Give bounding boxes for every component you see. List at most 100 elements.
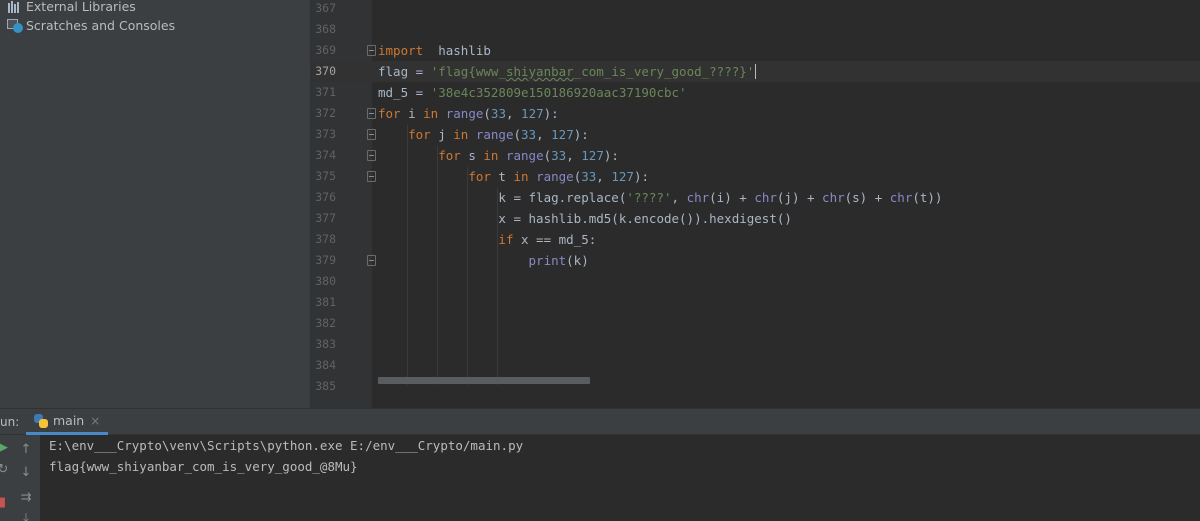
code-token: chr (754, 190, 777, 205)
line-number: 385 (315, 379, 336, 393)
fold-marker-icon[interactable] (367, 108, 376, 119)
library-icon (7, 0, 23, 14)
code-token: 127 (611, 169, 634, 184)
code-token: in (453, 127, 469, 142)
line-number: 375 (315, 169, 336, 183)
code-line[interactable]: 375 for t in range(33, 127): (310, 166, 1200, 187)
code-token: 33 (521, 127, 537, 142)
code-token: in (513, 169, 529, 184)
code-line[interactable]: 370 flag = 'flag{www_shiyanbar_com_is_ver… (310, 61, 1200, 82)
horizontal-scrollbar[interactable] (378, 377, 1200, 384)
code-line[interactable]: 372 for i in range(33, 127): (310, 103, 1200, 124)
line-number: 380 (315, 274, 336, 288)
code-line[interactable]: 368 (310, 19, 1200, 40)
code-line[interactable]: 383 (310, 334, 1200, 355)
arrow-down-icon[interactable]: ↓ (18, 466, 34, 480)
project-panel: External Libraries Scratches and Console… (0, 0, 310, 408)
code-line[interactable]: 373 for j in range(33, 127): (310, 124, 1200, 145)
code-token: range (536, 169, 574, 184)
code-token: ): (603, 148, 619, 163)
code-line[interactable]: 371 md_5 = '38e4c352809e150186920aac37190… (310, 82, 1200, 103)
project-item-external-libraries[interactable]: External Libraries (7, 0, 136, 16)
fold-marker-icon[interactable] (367, 171, 376, 182)
code-token: , (566, 148, 582, 163)
fold-marker-icon[interactable] (367, 255, 376, 266)
code-token: (k) (566, 253, 589, 268)
code-token: s (460, 148, 484, 163)
code-token: in (483, 148, 499, 163)
code-token: for (408, 127, 431, 142)
line-number: 383 (315, 337, 336, 351)
run-toolwindow-header: un: main × (0, 408, 1200, 435)
fold-marker-icon[interactable] (367, 150, 376, 161)
code-line[interactable]: 384 (310, 355, 1200, 376)
line-number: 379 (315, 253, 336, 267)
code-text: k = flag.replace('????', chr(i) + chr(j)… (378, 187, 942, 208)
code-text: md_5 = '38e4c352809e150186920aac37190cbc… (378, 82, 687, 103)
code-token: (s) + (844, 190, 890, 205)
code-token: 127 (521, 106, 544, 121)
stop-icon[interactable]: ■ (0, 496, 8, 510)
code-text: import hashlib (378, 40, 491, 61)
python-icon (34, 413, 48, 428)
code-token: ): (633, 169, 649, 184)
code-text: for j in range(33, 127): (378, 124, 589, 145)
code-token: ( (483, 106, 491, 121)
code-line[interactable]: 382 (310, 313, 1200, 334)
code-line[interactable]: 376 k = flag.replace('????', chr(i) + ch… (310, 187, 1200, 208)
line-number: 370 (315, 64, 336, 78)
project-item-scratches[interactable]: Scratches and Consoles (7, 16, 175, 35)
code-token: _com_is_very_good_????}' (573, 64, 755, 79)
code-token: in (423, 106, 439, 121)
code-line[interactable]: 374 for s in range(33, 127): (310, 145, 1200, 166)
code-token: 33 (581, 169, 597, 184)
code-token: k = flag.replace( (378, 190, 627, 205)
indent-guide (497, 188, 498, 385)
code-token: print (528, 253, 567, 268)
console-command-line: E:\env___Crypto\venv\Scripts\python.exe … (49, 438, 524, 453)
code-line[interactable]: 380 (310, 271, 1200, 292)
code-token: flag = (378, 64, 431, 79)
code-line[interactable]: 381 (310, 292, 1200, 313)
wrench-icon[interactable]: ↻ (0, 463, 11, 477)
code-token: chr (822, 190, 845, 205)
code-text: for i in range(33, 127): (378, 103, 559, 124)
indent-guide (437, 146, 438, 385)
close-icon[interactable]: × (90, 414, 100, 428)
code-line[interactable]: 379 print(k) (310, 250, 1200, 271)
fold-marker-icon[interactable] (367, 45, 376, 56)
run-tab-main[interactable]: main × (26, 409, 109, 435)
console-output-line: flag{www_shiyanbar_com_is_very_good_@8Mu… (49, 459, 358, 474)
scrollbar-thumb[interactable] (378, 377, 590, 384)
line-number: 367 (315, 1, 336, 15)
line-number: 376 (315, 190, 336, 204)
code-token: i (400, 106, 424, 121)
code-line[interactable]: 377 x = hashlib.md5(k.encode()).hexdiges… (310, 208, 1200, 229)
code-line[interactable]: 369 import hashlib (310, 40, 1200, 61)
fold-marker-icon[interactable] (367, 129, 376, 140)
scroll-end-icon[interactable]: ⤓ (18, 512, 34, 521)
indent-guide (407, 125, 408, 385)
line-number: 368 (315, 22, 336, 36)
code-token: x == md_5: (513, 232, 597, 247)
code-token: , (596, 169, 612, 184)
arrow-up-icon[interactable]: ↑ (18, 443, 34, 457)
run-console[interactable]: ▶ ↑ ↻ ↓ ■ ⇉ ⤓ E:\env___Crypto\venv\Scrip… (0, 435, 1200, 521)
line-number: 373 (315, 127, 336, 141)
code-token: 127 (581, 148, 604, 163)
soft-wrap-icon[interactable]: ⇉ (18, 491, 34, 505)
scratches-icon (7, 18, 23, 33)
code-line[interactable]: 367 (310, 0, 1200, 19)
code-token: 127 (551, 127, 574, 142)
code-editor[interactable]: 367 368 369 import hashlib 370 flag = 'flag{w… (310, 0, 1200, 408)
code-token: shiyanbar (505, 64, 574, 79)
project-item-label: Scratches and Consoles (26, 18, 176, 33)
code-line[interactable]: 378 if x == md_5: (310, 229, 1200, 250)
code-token: , (505, 106, 522, 121)
rerun-icon[interactable]: ▶ (0, 441, 11, 455)
code-token: j (430, 127, 454, 142)
